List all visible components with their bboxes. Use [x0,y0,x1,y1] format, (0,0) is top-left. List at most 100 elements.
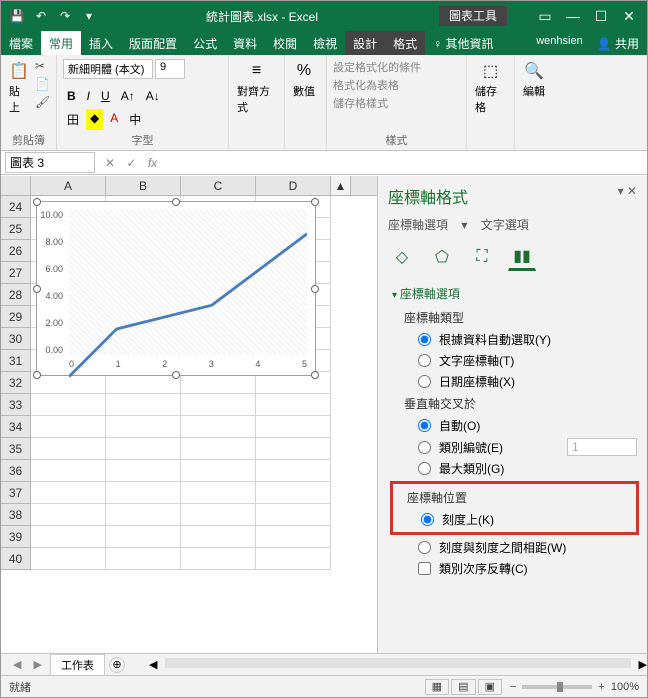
bold-button[interactable]: B [63,87,80,105]
col-header[interactable]: D [256,176,331,195]
tab-data[interactable]: 資料 [225,31,265,55]
alignment-button[interactable]: ≡對齊方式 [235,59,278,117]
axis-options-icon[interactable]: ▮▮ [508,243,536,271]
font-color-icon[interactable]: A [106,109,122,130]
italic-button[interactable]: I [83,87,94,105]
effects-icon[interactable]: ⬠ [428,243,456,271]
undo-icon[interactable]: ↶ [33,9,49,23]
row-header[interactable]: 26 [1,240,31,262]
save-icon[interactable]: 💾 [9,9,25,23]
tab-design[interactable]: 設計 [345,31,385,55]
border-icon[interactable]: 田 [63,109,83,130]
radio-cross-category[interactable]: 類別編號(E)1 [392,436,637,458]
fill-color-icon[interactable]: ◆ [86,109,103,130]
underline-button[interactable]: U [97,87,114,105]
cell-styles-button[interactable]: 儲存格樣式 [333,95,388,111]
cancel-formula-icon[interactable]: ✕ [101,156,119,170]
col-header[interactable]: C [181,176,256,195]
zoom-level[interactable]: 100% [611,681,639,693]
paste-button[interactable]: 📋 貼上 [7,59,31,117]
radio-cross-max[interactable]: 最大類別(G) [392,458,637,479]
fill-line-icon[interactable]: ◇ [388,243,416,271]
hscroll-right[interactable]: ▶ [639,658,647,671]
minimize-icon[interactable]: ― [561,8,585,25]
formula-bar[interactable] [167,155,643,170]
copy-icon[interactable]: 📄 [35,77,50,91]
user-name[interactable]: wenhsien [530,31,588,55]
cut-icon[interactable]: ✂ [35,59,50,73]
fx-icon[interactable]: fx [144,156,161,170]
chart-object[interactable]: 10.008.006.004.002.000.00 012345 [36,201,316,376]
row-header[interactable]: 36 [1,460,31,482]
row-header[interactable]: 24 [1,196,31,218]
close-icon[interactable]: ✕ [617,8,641,25]
col-header[interactable]: B [106,176,181,195]
zoom-out-icon[interactable]: − [510,681,516,693]
section-axis-options[interactable]: 座標軸選項 [392,281,637,306]
radio-between-tick[interactable]: 刻度與刻度之間相距(W) [392,537,637,558]
pane-menu-icon[interactable]: ▾ ✕ [618,184,637,208]
radio-date-axis[interactable]: 日期座標軸(X) [392,371,637,392]
tab-review[interactable]: 校閱 [265,31,305,55]
new-sheet-button[interactable]: ⊕ [109,657,125,673]
row-header[interactable]: 27 [1,262,31,284]
tab-view[interactable]: 檢視 [305,31,345,55]
tab-format[interactable]: 格式 [385,31,425,55]
qat-more-icon[interactable]: ▾ [81,9,97,23]
row-header[interactable]: 28 [1,284,31,306]
tab-formulas[interactable]: 公式 [185,31,225,55]
editing-button[interactable]: 🔍編輯 [521,59,547,101]
number-format-button[interactable]: %數值 [291,59,317,101]
row-header[interactable]: 35 [1,438,31,460]
tab-more[interactable]: ♀ 其他資訊 [425,31,501,55]
select-all-corner[interactable] [1,176,31,195]
row-header[interactable]: 25 [1,218,31,240]
radio-auto-select[interactable]: 根據資料自動選取(Y) [392,329,637,350]
sheet-tab[interactable]: 工作表 [50,654,105,675]
row-header[interactable]: 32 [1,372,31,394]
radio-on-tick[interactable]: 刻度上(K) [395,509,634,530]
col-header[interactable]: A [31,176,106,195]
row-header[interactable]: 37 [1,482,31,504]
format-painter-icon[interactable]: 🖌 [35,95,50,109]
pane-tab-options[interactable]: 座標軸選項 ▾ [388,218,467,232]
row-header[interactable]: 31 [1,350,31,372]
row-header[interactable]: 39 [1,526,31,548]
radio-text-axis[interactable]: 文字座標軸(T) [392,350,637,371]
increase-font-icon[interactable]: A↑ [117,87,139,105]
format-table-button[interactable]: 格式化為表格 [333,77,399,93]
sheet-nav-next[interactable]: ▶ [29,658,45,671]
sheet-nav-prev[interactable]: ◀ [9,658,25,671]
name-box[interactable]: 圖表 3 [5,152,95,173]
decrease-font-icon[interactable]: A↓ [142,87,164,105]
row-header[interactable]: 40 [1,548,31,570]
tab-insert[interactable]: 插入 [81,31,121,55]
ribbon-options-icon[interactable]: ▭ [533,8,557,25]
font-size-dropdown[interactable]: 9 [155,59,185,79]
row-header[interactable]: 38 [1,504,31,526]
tab-file[interactable]: 檔案 [1,31,41,55]
hscroll-track[interactable] [165,658,630,668]
pane-tab-text[interactable]: 文字選項 [481,218,529,232]
size-props-icon[interactable]: ⛶ [468,243,496,271]
row-header[interactable]: 34 [1,416,31,438]
row-header[interactable]: 30 [1,328,31,350]
check-reverse-order[interactable]: 類別次序反轉(C) [392,558,637,579]
cells-button[interactable]: ⬚儲存格 [473,59,508,117]
redo-icon[interactable]: ↷ [57,9,73,23]
cond-format-button[interactable]: 設定格式化的條件 [333,59,421,75]
zoom-slider[interactable] [522,685,592,689]
phonetic-icon[interactable]: 中 [125,109,145,130]
zoom-in-icon[interactable]: + [598,681,604,693]
radio-cross-auto[interactable]: 自動(O) [392,415,637,436]
tab-layout[interactable]: 版面配置 [121,31,185,55]
hscroll-left[interactable]: ◀ [149,658,157,671]
accept-formula-icon[interactable]: ✓ [122,156,140,170]
view-normal-icon[interactable]: ▦ [425,679,449,695]
tab-home[interactable]: 常用 [41,31,81,55]
font-name-dropdown[interactable]: 新細明體 (本文) [63,59,153,79]
row-header[interactable]: 33 [1,394,31,416]
share-button[interactable]: 👤 共用 [589,31,647,55]
view-break-icon[interactable]: ▣ [478,679,502,695]
maximize-icon[interactable]: ☐ [589,8,613,25]
